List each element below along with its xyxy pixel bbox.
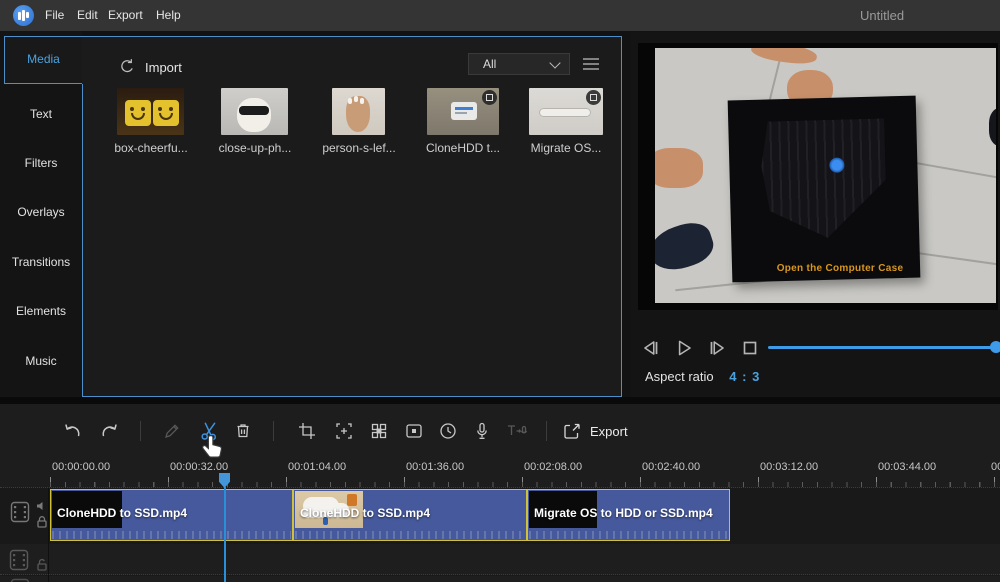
play-button[interactable] <box>673 337 695 359</box>
video-badge-icon <box>586 90 601 105</box>
menu-edit[interactable]: Edit <box>77 8 98 22</box>
video-frame: Open the Computer Case <box>655 48 996 303</box>
sidebar-item-overlays[interactable]: Overlays <box>0 205 82 219</box>
menu-help[interactable]: Help <box>156 8 181 22</box>
ruler-timestamp: 00:00:32.00 <box>170 461 228 473</box>
media-item-name: CloneHDD t... <box>417 141 509 155</box>
media-filter-dropdown[interactable]: All <box>468 53 570 75</box>
video-track-2[interactable] <box>0 544 1000 575</box>
video-track-3[interactable] <box>0 576 1000 582</box>
panel-border-segment <box>82 84 83 397</box>
import-button[interactable]: Import <box>118 55 182 79</box>
seek-slider-handle[interactable] <box>990 341 1000 353</box>
project-title: Untitled <box>860 8 904 23</box>
filter-value: All <box>483 57 551 71</box>
seek-slider[interactable] <box>768 346 1000 349</box>
edit-button <box>160 419 184 443</box>
sidebar-item-music[interactable]: Music <box>0 354 82 368</box>
clip-name: CloneHDD to SSD.mp4 <box>300 506 430 520</box>
playhead-line[interactable] <box>224 487 226 582</box>
lock-track-icon[interactable] <box>36 515 48 529</box>
timeline-ruler[interactable]: 00:00:00.00 00:00:32.00 00:01:04.00 00:0… <box>0 456 1000 488</box>
menu-file[interactable]: File <box>45 8 64 22</box>
ruler-timestamp: 00:02:40.00 <box>642 461 700 473</box>
video-badge-icon <box>482 90 497 105</box>
previous-frame-button[interactable] <box>640 337 662 359</box>
sidebar-item-filters[interactable]: Filters <box>0 156 82 170</box>
media-item-thumbnail[interactable] <box>427 88 499 135</box>
undo-button[interactable] <box>60 419 84 443</box>
ruler-timestamp: 00:02:08.00 <box>524 461 582 473</box>
timeline-clip[interactable]: CloneHDD to SSD.mp4 <box>50 489 293 541</box>
media-item-thumbnail[interactable] <box>529 88 603 135</box>
timeline-toolbar <box>0 404 1000 456</box>
track-type-icon <box>9 549 29 571</box>
toolbar-divider <box>273 421 274 441</box>
toolbar-divider <box>140 421 141 441</box>
ruler-timestamp: 00:03:44.00 <box>878 461 936 473</box>
media-item-thumbnail[interactable] <box>117 88 184 135</box>
clip-waveform <box>529 531 728 539</box>
crop-button[interactable] <box>295 419 319 443</box>
media-item-thumbnail[interactable] <box>221 88 288 135</box>
media-item-name: close-up-ph... <box>211 141 299 155</box>
ruler-timestamp: 00:03:12.00 <box>760 461 818 473</box>
export-icon <box>562 421 582 441</box>
clip-name: CloneHDD to SSD.mp4 <box>57 506 187 520</box>
aspect-ratio-value[interactable]: 4 : 3 <box>729 369 760 384</box>
import-label: Import <box>145 60 182 75</box>
ruler-timestamp: 00:01:36.00 <box>406 461 464 473</box>
transport-controls <box>640 336 761 360</box>
video-preview[interactable]: Open the Computer Case <box>638 43 998 310</box>
menu-bar: File Edit Export Help Untitled <box>0 0 1000 32</box>
clip-name: Migrate OS to HDD or SSD.mp4 <box>534 506 713 520</box>
clip-waveform <box>295 531 525 539</box>
menu-export[interactable]: Export <box>108 8 143 22</box>
delete-button[interactable] <box>231 419 255 443</box>
timeline-clip[interactable]: Migrate OS to HDD or SSD.mp4 <box>527 489 730 541</box>
sidebar-item-text[interactable]: Text <box>0 107 82 121</box>
chevron-down-icon <box>549 57 560 68</box>
clip-waveform <box>52 531 291 539</box>
next-frame-button[interactable] <box>706 337 728 359</box>
text-to-speech-button <box>505 419 529 443</box>
list-view-icon[interactable] <box>582 56 600 72</box>
voiceover-button[interactable] <box>470 419 494 443</box>
mute-track-icon[interactable] <box>36 500 48 512</box>
sidebar-item-label: Media <box>5 52 82 66</box>
import-icon <box>118 58 136 76</box>
redo-button[interactable] <box>98 419 122 443</box>
media-item-name: box-cheerfu... <box>107 141 195 155</box>
duration-button[interactable] <box>436 419 460 443</box>
freeze-frame-button[interactable] <box>402 419 426 443</box>
media-item-name: person-s-lef... <box>322 141 396 155</box>
mosaic-button[interactable] <box>367 419 391 443</box>
timeline-tracks: CloneHDD to SSD.mp4 CloneHDD to SSD.mp4 … <box>0 488 1000 582</box>
sidebar-item-media[interactable]: Media <box>4 36 82 84</box>
zoom-button[interactable] <box>332 419 356 443</box>
track-gutter-divider <box>48 488 49 582</box>
app-logo-icon <box>13 5 34 26</box>
aspect-ratio-row: Aspect ratio 4 : 3 <box>645 369 760 384</box>
aspect-ratio-label: Aspect ratio <box>645 369 714 384</box>
export-button[interactable]: Export <box>562 419 628 443</box>
unlock-track-icon[interactable] <box>36 558 48 572</box>
hand-cursor-icon <box>200 434 226 462</box>
ruler-timestamp: 00:01:04.00 <box>288 461 346 473</box>
sidebar-item-elements[interactable]: Elements <box>0 304 82 318</box>
ruler-timestamp: 00:04:16.00 <box>991 461 1000 473</box>
export-label: Export <box>590 424 628 439</box>
stop-button[interactable] <box>739 337 761 359</box>
track-type-icon <box>10 501 30 523</box>
ruler-timestamp: 00:00:00.00 <box>52 461 110 473</box>
toolbar-divider <box>546 421 547 441</box>
sidebar-item-transitions[interactable]: Transitions <box>0 255 82 269</box>
media-item-name: Migrate OS... <box>519 141 613 155</box>
media-item-thumbnail[interactable] <box>332 88 385 135</box>
timeline-clip[interactable]: CloneHDD to SSD.mp4 <box>293 489 527 541</box>
video-caption: Open the Computer Case <box>777 263 904 274</box>
